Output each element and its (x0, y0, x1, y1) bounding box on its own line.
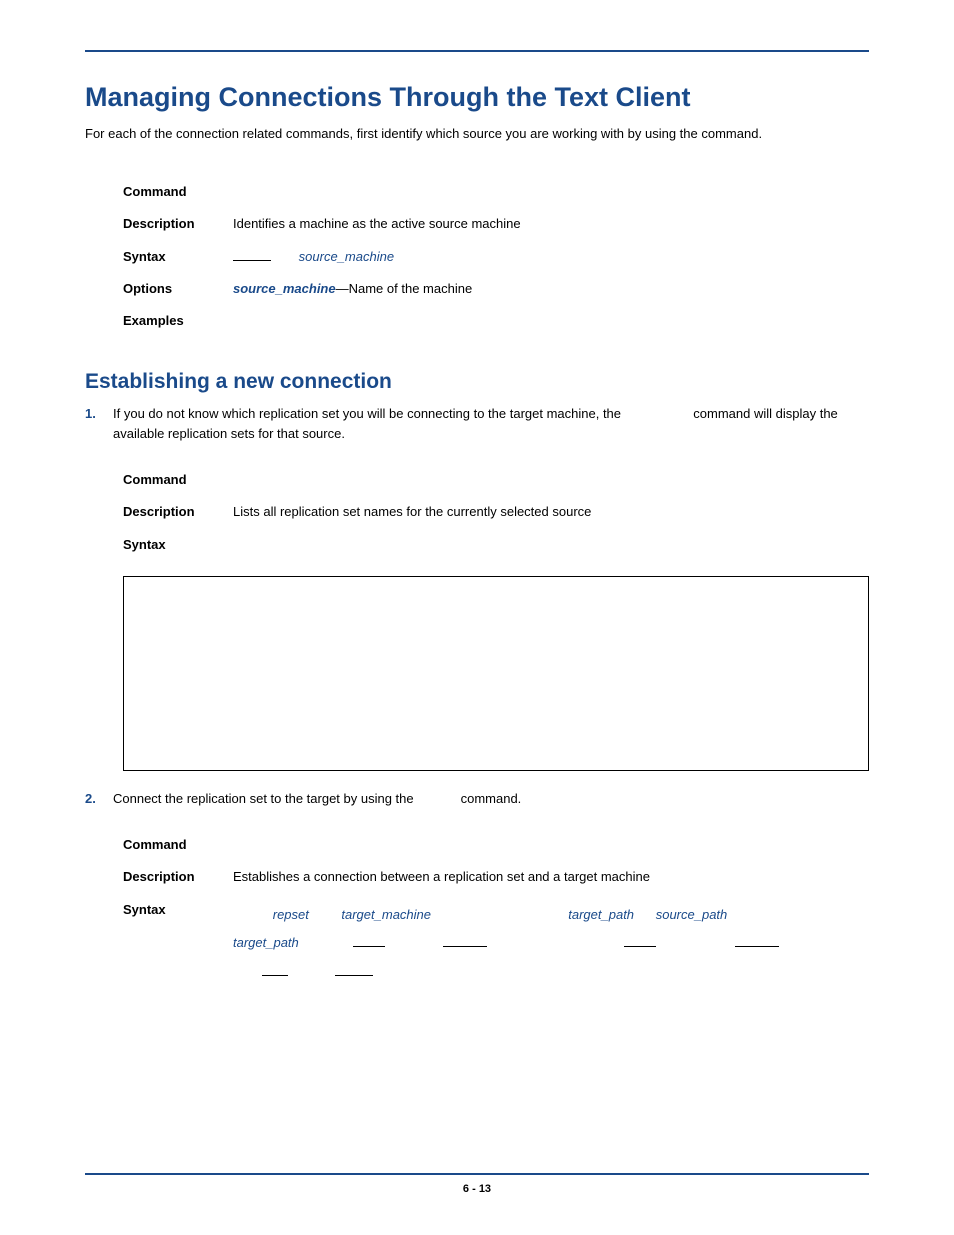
label-command: Command (123, 471, 233, 489)
section-title: Establishing a new connection (85, 370, 869, 394)
step1-text-a: If you do not know which replication set… (113, 406, 625, 421)
table-row: Description Lists all replication set na… (123, 503, 869, 521)
step2-text-a: Connect the replication set to the targe… (113, 791, 417, 806)
bottom-rule (85, 1173, 869, 1175)
label-command: Command (123, 183, 233, 201)
step-number: 1. (85, 404, 113, 443)
option-sep: — (336, 281, 349, 296)
label-examples: Examples (123, 312, 233, 330)
label-description: Description (123, 215, 233, 233)
table-row: Command (123, 836, 869, 854)
syntax-param-target-machine: target_machine (341, 907, 431, 922)
step-number: 2. (85, 789, 113, 809)
page-title: Managing Connections Through the Text Cl… (85, 82, 869, 113)
table-row: Description Identifies a machine as the … (123, 215, 869, 233)
table-row: Command (123, 183, 869, 201)
table-row: Syntax repset target_machine target_path… (123, 901, 869, 987)
option-desc: Name of the machine (349, 281, 473, 296)
intro-paragraph: For each of the connection related comma… (85, 125, 869, 143)
page-footer: 6 - 13 (85, 1173, 869, 1195)
syntax-param-target-path: target_path (568, 907, 634, 922)
page-number: 6 - 13 (85, 1183, 869, 1195)
table-row: Syntax (123, 536, 869, 554)
syntax-param-source-path: source_path (656, 907, 728, 922)
label-description: Description (123, 503, 233, 521)
table-row: Command (123, 471, 869, 489)
syntax-param-repset: repset (273, 907, 309, 922)
value-description: Establishes a connection between a repli… (233, 868, 869, 886)
option-param: source_machine (233, 281, 336, 296)
value-description: Identifies a machine as the active sourc… (233, 215, 869, 233)
syntax-param: source_machine (299, 249, 394, 264)
value-description: Lists all replication set names for the … (233, 503, 869, 521)
value-syntax: source_machine (233, 248, 869, 266)
label-syntax: Syntax (123, 536, 233, 554)
note-box (123, 576, 869, 771)
label-syntax: Syntax (123, 248, 233, 266)
step-text: Connect the replication set to the targe… (113, 789, 869, 809)
table-row: Description Establishes a connection bet… (123, 868, 869, 886)
label-options: Options (123, 280, 233, 298)
step2-text-b: command. (457, 791, 521, 806)
command-table-2: Command Description Lists all replicatio… (123, 471, 869, 554)
step-2: 2. Connect the replication set to the ta… (85, 789, 869, 809)
value-syntax: repset target_machine target_path source… (233, 901, 869, 987)
step-1: 1. If you do not know which replication … (85, 404, 869, 443)
value-options: source_machine—Name of the machine (233, 280, 869, 298)
label-command: Command (123, 836, 233, 854)
table-row: Syntax source_machine (123, 248, 869, 266)
label-syntax: Syntax (123, 901, 233, 919)
top-rule (85, 50, 869, 52)
table-row: Examples (123, 312, 869, 330)
syntax-param-target-path2: target_path (233, 935, 299, 950)
table-row: Options source_machine—Name of the machi… (123, 280, 869, 298)
document-page: Managing Connections Through the Text Cl… (0, 0, 954, 1235)
command-table-3: Command Description Establishes a connec… (123, 836, 869, 986)
label-description: Description (123, 868, 233, 886)
command-table-1: Command Description Identifies a machine… (123, 183, 869, 330)
step-text: If you do not know which replication set… (113, 404, 869, 443)
